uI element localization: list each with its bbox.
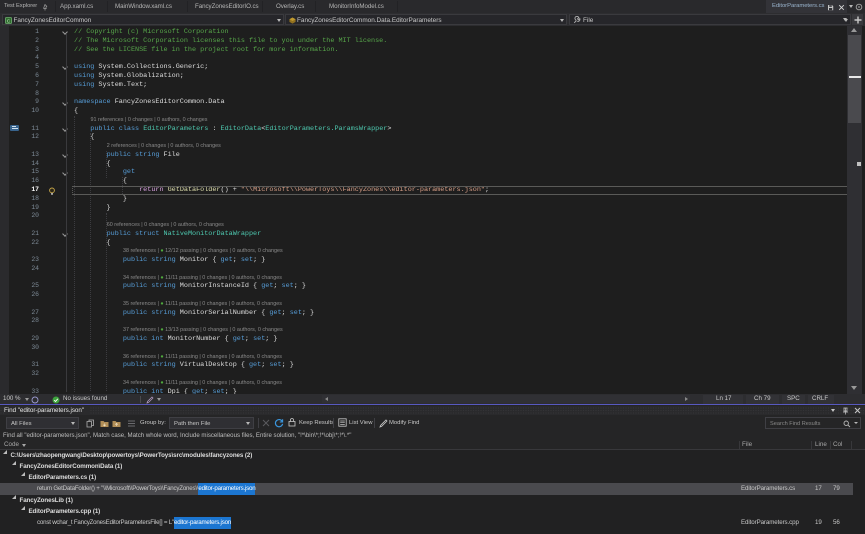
svg-text:C: C (7, 18, 11, 24)
